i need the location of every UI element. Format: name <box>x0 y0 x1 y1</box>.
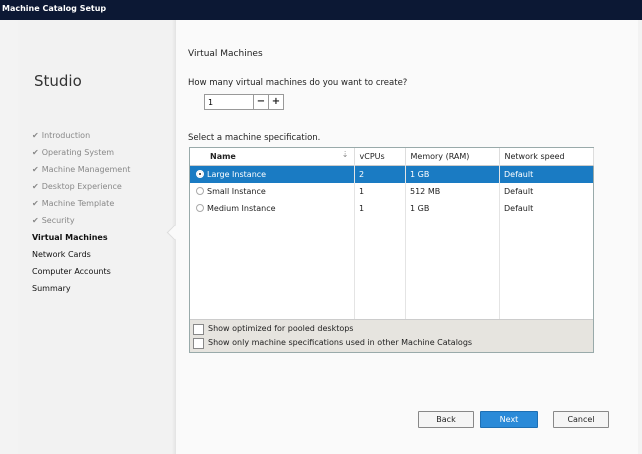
table-row[interactable]: Medium Instance 1 1 GB Default <box>190 200 593 217</box>
step-summary[interactable]: Summary <box>32 280 130 297</box>
next-button[interactable]: Next <box>480 411 538 428</box>
vm-count-input[interactable] <box>204 94 254 110</box>
check-icon: ✔ <box>32 182 39 191</box>
column-header-name[interactable]: Name ⇣ <box>190 148 355 166</box>
step-desktop-experience[interactable]: ✔ Desktop Experience <box>32 178 130 195</box>
column-divider <box>405 164 406 338</box>
window-title: Machine Catalog Setup <box>0 0 642 20</box>
column-header-memory[interactable]: Memory (RAM) <box>405 148 500 166</box>
filter-options: Show optimized for pooled desktops Show … <box>190 319 593 352</box>
check-icon: ✔ <box>32 199 39 208</box>
step-network-cards[interactable]: Network Cards <box>32 246 130 263</box>
column-divider <box>499 164 500 338</box>
used-only-filter[interactable]: Show only machine specifications used in… <box>190 336 593 350</box>
vm-count-question: How many virtual machines do you want to… <box>188 78 408 88</box>
step-operating-system[interactable]: ✔ Operating System <box>32 144 130 161</box>
step-machine-template[interactable]: ✔ Machine Template <box>32 195 130 212</box>
vm-count-stepper: − + <box>204 94 284 110</box>
step-introduction[interactable]: ✔ Introduction <box>32 127 130 144</box>
pooled-checkbox[interactable] <box>193 323 204 335</box>
check-icon: ✔ <box>32 165 39 174</box>
radio-selected-icon[interactable] <box>196 170 204 178</box>
sort-down-icon: ⇣ <box>341 150 349 159</box>
step-virtual-machines[interactable]: Virtual Machines <box>32 229 130 246</box>
cancel-button[interactable]: Cancel <box>553 411 609 428</box>
spec-label: Select a machine specification. <box>188 133 321 143</box>
table-header: Name ⇣ vCPUs Memory (RAM) Network speed <box>190 148 594 166</box>
step-machine-management[interactable]: ✔ Machine Management <box>32 161 130 178</box>
step-list: ✔ Introduction ✔ Operating System ✔ Machine… <box>32 127 130 297</box>
page-title: Virtual Machines <box>188 49 263 59</box>
radio-icon[interactable] <box>196 187 204 195</box>
column-header-network[interactable]: Network speed <box>499 148 594 166</box>
check-icon: ✔ <box>32 131 39 140</box>
table-row[interactable]: Large Instance 2 1 GB Default <box>190 165 593 183</box>
check-icon: ✔ <box>32 148 39 157</box>
column-header-vcpus[interactable]: vCPUs <box>354 148 406 166</box>
check-icon: ✔ <box>32 216 39 225</box>
spec-table: Name ⇣ vCPUs Memory (RAM) Network speed L… <box>189 147 594 353</box>
decrement-button[interactable]: − <box>253 94 269 110</box>
used-only-checkbox[interactable] <box>193 337 204 349</box>
radio-icon[interactable] <box>196 204 204 212</box>
pooled-filter[interactable]: Show optimized for pooled desktops <box>190 322 593 336</box>
step-computer-accounts[interactable]: Computer Accounts <box>32 263 130 280</box>
step-security[interactable]: ✔ Security <box>32 212 130 229</box>
increment-button[interactable]: + <box>268 94 284 110</box>
column-divider <box>354 164 355 338</box>
sidebar: Studio ✔ Introduction ✔ Operating System ✔… <box>18 20 176 454</box>
back-button[interactable]: Back <box>418 411 474 428</box>
brand-title: Studio <box>34 72 82 90</box>
table-row[interactable]: Small Instance 1 512 MB Default <box>190 183 593 200</box>
